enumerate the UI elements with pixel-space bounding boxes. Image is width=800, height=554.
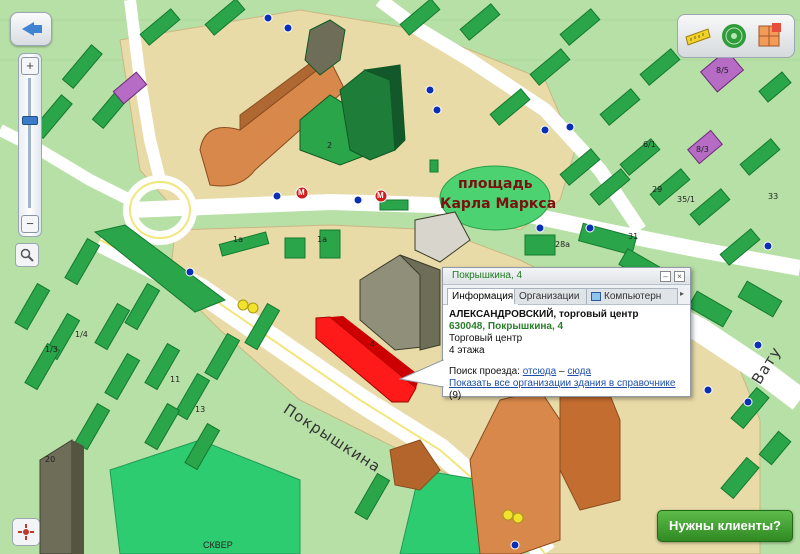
building-number: 33 [768, 192, 779, 201]
magnifier-button[interactable] [15, 243, 39, 267]
tab-computer[interactable]: Компьютерн [586, 288, 678, 304]
minimize-icon[interactable]: – [660, 271, 671, 282]
zoom-out-button[interactable]: − [21, 215, 39, 233]
building-number: 6/1 [643, 140, 656, 149]
building-number: 8/5 [716, 66, 729, 75]
tab-information[interactable]: Информация [447, 288, 519, 305]
org-type: Торговый центр [449, 333, 523, 344]
tools-panel [677, 14, 795, 58]
close-icon[interactable]: × [674, 271, 685, 282]
popup-pointer [398, 359, 444, 388]
popup-body: АЛЕКСАНДРОВСКИЙ, торговый центр 630048, … [443, 305, 690, 406]
zoom-slider[interactable]: + − [18, 53, 42, 237]
show-all-count: (9) [449, 390, 462, 401]
metro-icon: М [377, 191, 384, 200]
layers-icon[interactable] [756, 21, 784, 51]
building-number: 1/4 [75, 330, 88, 339]
tab-computer-label: Компьютерн [604, 291, 662, 302]
popup-title: Покрышкина, 4 [452, 270, 523, 281]
metro-icon: М [298, 188, 305, 197]
tab-scroll-icon[interactable]: ▸ [680, 289, 688, 299]
info-popup: Покрышкина, 4 – × Информация Организации… [442, 267, 691, 401]
square-name-line2: Карла Маркса [440, 196, 557, 212]
building-number: 13 [195, 405, 206, 414]
org-address: 630048, Покрышкина, 4 [449, 321, 564, 332]
building-number: 1а [317, 235, 327, 244]
popup-header: Покрышкина, 4 – × [443, 268, 690, 285]
building-number: 2 [327, 141, 333, 150]
zoom-in-button[interactable]: + [21, 57, 39, 75]
building-number: 31 [628, 232, 639, 241]
building-number: 8/3 [696, 145, 709, 154]
magnifier-icon [20, 248, 34, 262]
popup-tabs: Информация Организации Компьютерн ▸ [443, 285, 690, 305]
building-number: 35/1 [677, 195, 695, 204]
route-separator: – [558, 366, 565, 377]
park-label: СКВЕР [203, 540, 233, 550]
ruler-icon[interactable] [684, 21, 712, 51]
show-all-row: Показать все организации здания в справо… [449, 378, 684, 402]
building-number: 28а [555, 240, 571, 249]
building-number: 1а [233, 235, 243, 244]
monitor-icon [591, 291, 601, 301]
locate-icon [18, 524, 34, 540]
route-search: Поиск проезда: отсюда – сюда [449, 366, 684, 378]
show-all-orgs-link[interactable]: Показать все организации здания в справо… [449, 378, 675, 389]
route-label: Поиск проезда: [449, 366, 520, 377]
radar-icon[interactable] [720, 21, 748, 51]
building-number: 29 [652, 185, 663, 194]
building-number: 1/3 [45, 345, 58, 354]
route-to-link[interactable]: сюда [567, 366, 591, 377]
locate-button[interactable] [12, 518, 40, 546]
zoom-thumb[interactable] [22, 116, 38, 125]
back-button[interactable] [10, 12, 52, 46]
building-number: 4 [370, 340, 376, 349]
org-floors: 4 этажа [449, 345, 485, 356]
zoom-track[interactable] [28, 78, 31, 208]
org-name: АЛЕКСАНДРОВСКИЙ, торговый центр [449, 309, 639, 320]
building-number: 11 [170, 375, 181, 384]
clients-cta-button[interactable]: Нужны клиенты? [657, 510, 793, 542]
building-number: 20 [45, 455, 56, 464]
square-name-line1: площадь [458, 176, 533, 192]
route-from-link[interactable]: отсюда [523, 366, 557, 377]
tab-organizations[interactable]: Организации [514, 288, 592, 304]
